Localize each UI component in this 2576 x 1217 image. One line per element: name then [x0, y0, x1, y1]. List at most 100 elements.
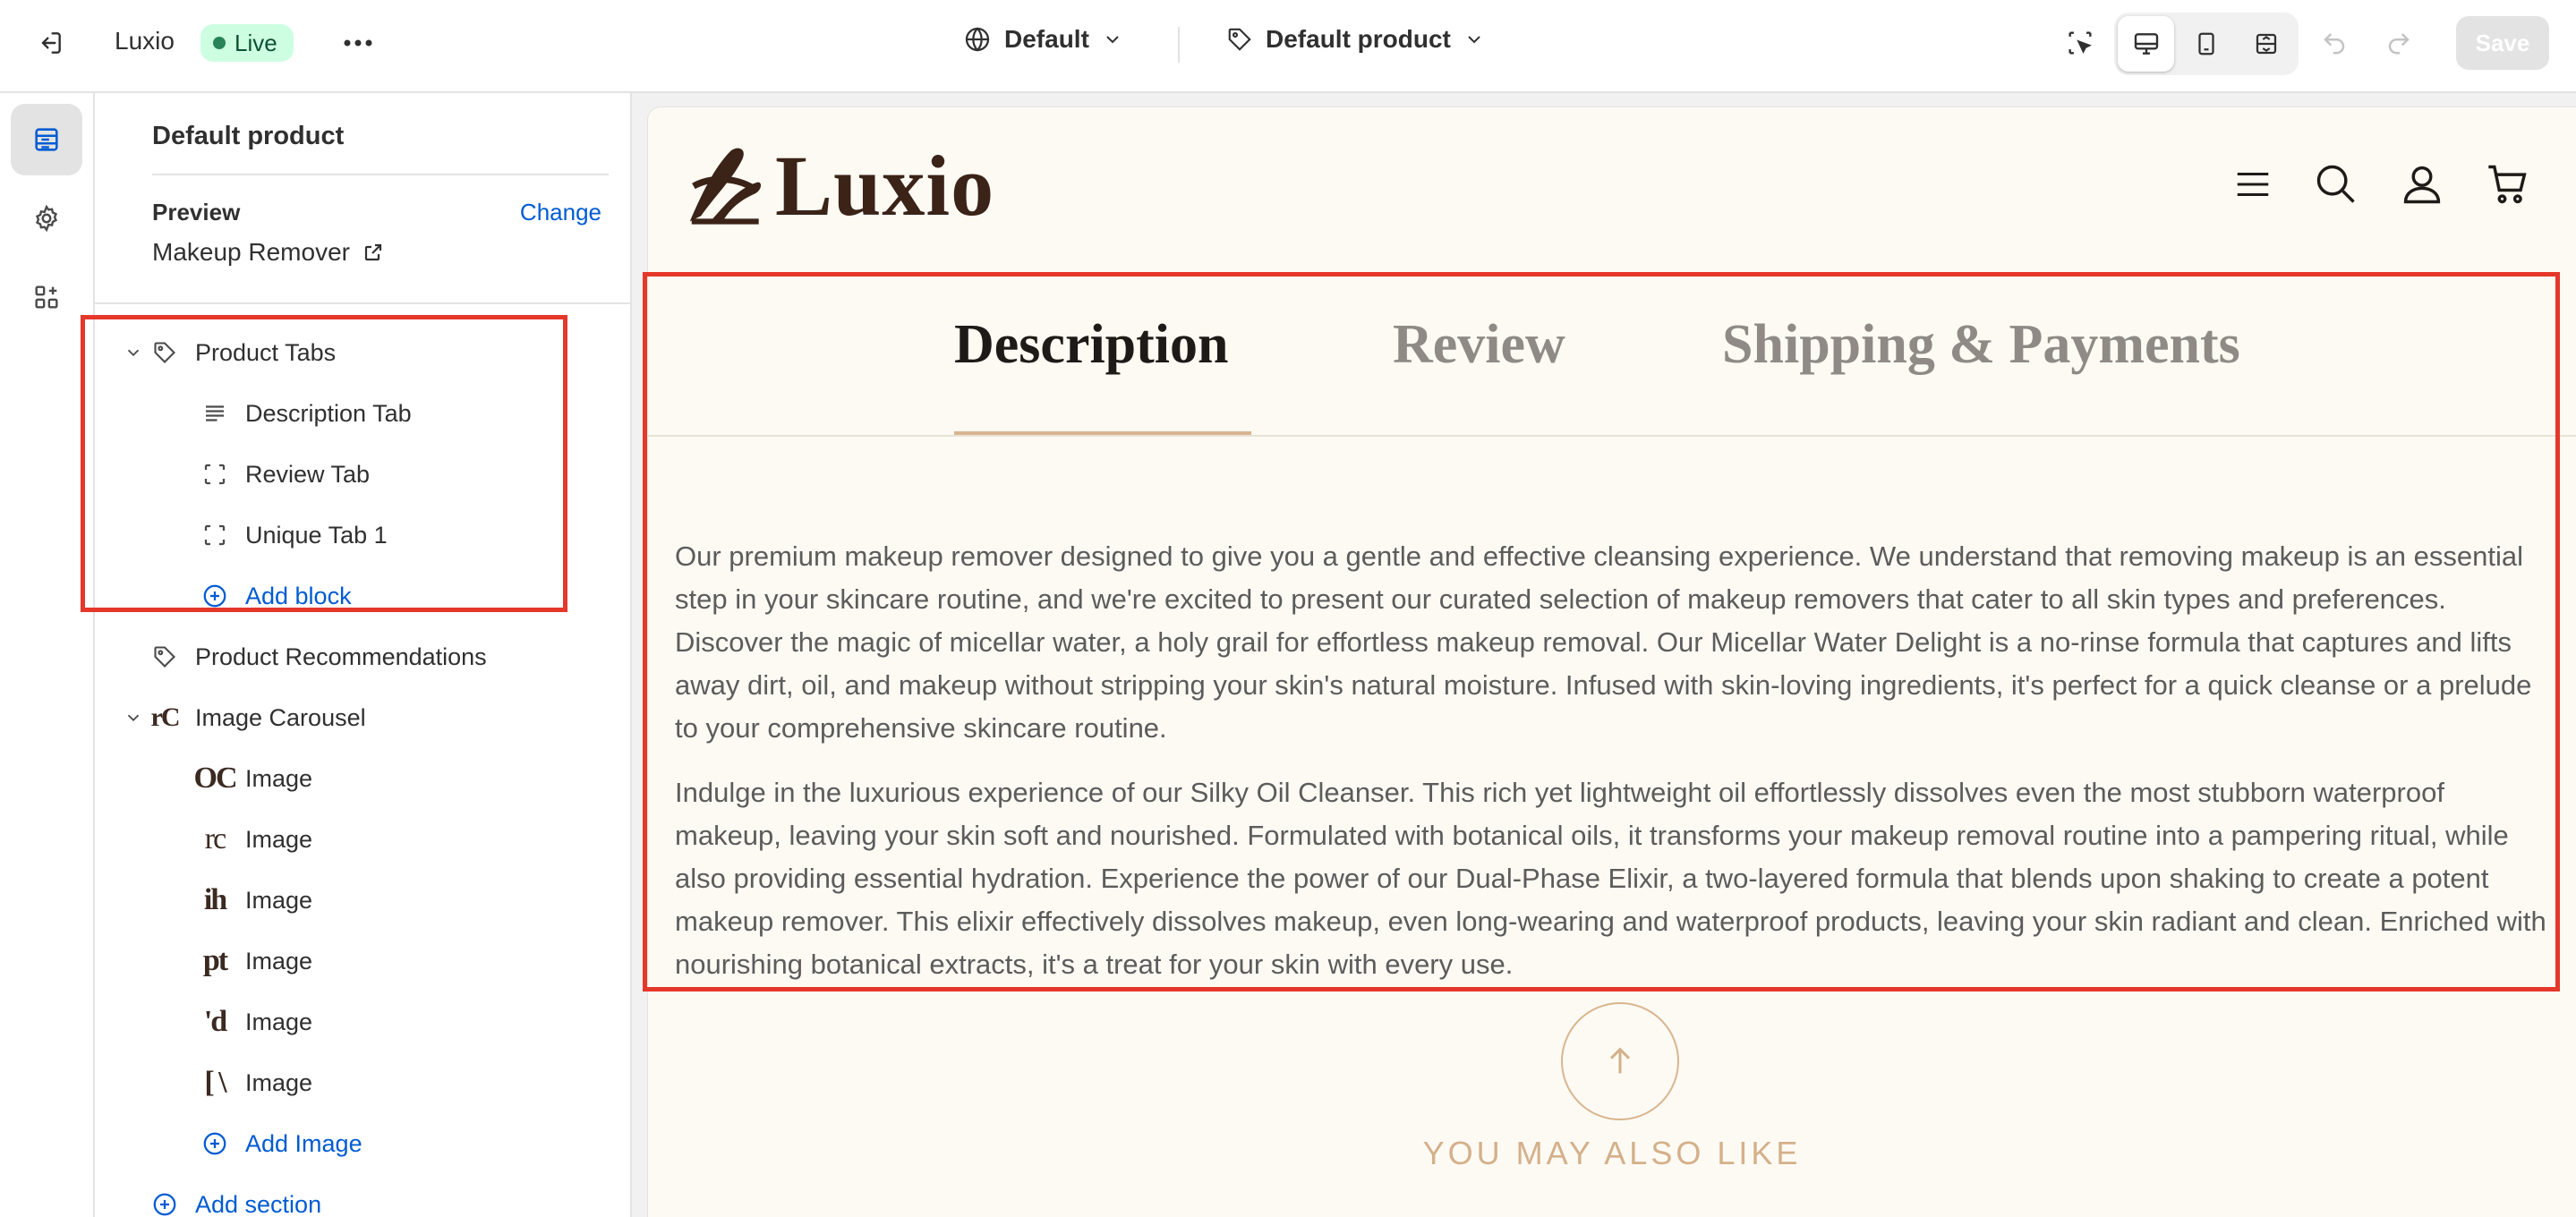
theme-selector[interactable]: Default — [963, 25, 1123, 54]
divider — [95, 302, 632, 304]
more-actions-icon[interactable] — [333, 18, 383, 68]
carousel-thumbnail: rC — [150, 702, 181, 732]
tag-icon — [1228, 28, 1251, 51]
tab-content: Our premium makeup remover designed to g… — [675, 535, 2555, 1008]
desktop-icon — [2134, 33, 2158, 55]
tabs-row: Description Review Shipping & Payments — [648, 276, 2576, 437]
desktop-view-button[interactable] — [2118, 16, 2175, 72]
tab-description[interactable]: Description — [954, 313, 1229, 377]
block-image[interactable]: OC Image — [193, 753, 313, 804]
top-bar: Luxio Live Default Default product Save — [0, 0, 2576, 93]
add-image-button[interactable]: Add Image — [197, 1119, 363, 1169]
section-product-tabs[interactable]: Product Tabs — [120, 328, 336, 378]
preview-product-name: Makeup Remover — [152, 238, 350, 266]
theme-selector-label: Default — [1004, 25, 1089, 53]
scroll-to-top-button[interactable] — [1561, 1002, 1679, 1120]
status-badge-label: Live — [235, 29, 277, 56]
section-image-carousel[interactable]: rC Image Carousel — [120, 693, 366, 743]
change-link[interactable]: Change — [520, 199, 601, 226]
block-label: Image — [245, 1068, 313, 1096]
you-may-also-like-heading: YOU MAY ALSO LIKE — [1422, 1135, 1802, 1171]
tag-icon — [147, 639, 183, 675]
globe-icon — [965, 27, 990, 52]
mobile-icon — [2198, 32, 2214, 55]
block-image[interactable]: ih Image — [197, 875, 312, 925]
apps-rail-button[interactable] — [11, 261, 82, 333]
inspector-icon[interactable] — [2055, 18, 2105, 68]
add-block-label: Add block — [245, 582, 352, 609]
active-tab-underline — [954, 431, 1251, 435]
add-section-label: Add section — [195, 1190, 322, 1217]
luxio-monogram-icon — [689, 148, 762, 225]
viewport-toggle-group — [2114, 13, 2299, 75]
cart-icon[interactable] — [2485, 161, 2531, 208]
chevron-down-icon — [1468, 36, 1480, 44]
plus-circle-icon — [197, 1126, 233, 1162]
mobile-view-button[interactable] — [2178, 16, 2234, 72]
external-link-icon[interactable] — [363, 242, 384, 263]
sidebar: Default product Preview Change Makeup Re… — [95, 93, 632, 1217]
section-label: Product Recommendations — [195, 643, 487, 670]
fullscreen-view-button[interactable] — [2239, 16, 2295, 72]
text-icon — [197, 396, 233, 431]
block-label: Review Tab — [245, 460, 371, 488]
block-placeholder-icon — [197, 517, 233, 553]
section-label: Image Carousel — [195, 703, 366, 731]
block-image[interactable]: [ \ Image — [197, 1058, 312, 1108]
tab-review[interactable]: Review — [1393, 313, 1565, 377]
exit-editor-icon[interactable] — [25, 18, 75, 68]
sections-rail-button[interactable] — [11, 104, 82, 175]
preview-product[interactable]: Makeup Remover — [152, 238, 384, 267]
block-label: Unique Tab 1 — [245, 521, 388, 549]
redo-icon[interactable] — [2374, 18, 2424, 68]
block-review-tab[interactable]: Review Tab — [197, 449, 370, 499]
image-thumbnail: [ \ — [204, 1066, 226, 1099]
section-label: Product Tabs — [195, 338, 337, 366]
add-section-button[interactable]: Add section — [147, 1179, 321, 1217]
block-image[interactable]: 'd Image — [197, 997, 312, 1047]
sections-icon — [35, 128, 58, 151]
block-label: Image — [245, 886, 313, 914]
add-block-button[interactable]: Add block — [197, 571, 352, 621]
image-thumbnail: ih — [203, 883, 227, 916]
template-selector[interactable]: Default product — [1226, 25, 1485, 54]
preview-label: Preview — [152, 199, 241, 226]
chevron-down-icon — [1106, 36, 1119, 44]
chevron-down-icon[interactable] — [120, 343, 147, 362]
status-badge: Live — [200, 24, 294, 62]
add-image-label: Add Image — [245, 1129, 363, 1157]
storefront-preview: Luxio Description Review Shipping & Paym… — [648, 107, 2576, 1217]
search-icon[interactable] — [2313, 161, 2359, 208]
block-image[interactable]: rc Image — [197, 814, 312, 864]
block-image[interactable]: pt Image — [197, 936, 312, 986]
image-thumbnail: 'd — [203, 1005, 227, 1038]
block-description-tab[interactable]: Description Tab — [197, 388, 412, 438]
image-thumbnail: rc — [204, 822, 226, 855]
tab-shipping-payments[interactable]: Shipping & Payments — [1722, 313, 2240, 377]
block-label: Description Tab — [245, 399, 412, 427]
site-logo[interactable]: Luxio — [673, 136, 994, 235]
image-thumbnail: OC — [193, 762, 238, 795]
tag-icon — [147, 335, 183, 370]
save-button[interactable]: Save — [2456, 16, 2549, 70]
undo-icon[interactable] — [2309, 18, 2359, 68]
sidebar-title: Default product — [152, 122, 345, 150]
apps-icon — [35, 285, 58, 309]
plus-circle-icon — [147, 1187, 183, 1217]
settings-rail-button[interactable] — [11, 183, 82, 254]
section-product-recommendations[interactable]: Product Recommendations — [147, 632, 487, 682]
account-icon[interactable] — [2399, 161, 2445, 208]
block-label: Image — [245, 764, 313, 792]
arrow-up-icon — [1609, 1047, 1631, 1074]
divider — [152, 174, 609, 175]
image-thumbnail: pt — [202, 944, 228, 977]
fullscreen-icon — [2256, 33, 2277, 55]
chevron-down-icon[interactable] — [120, 708, 147, 728]
header-icons — [2232, 161, 2531, 208]
plus-circle-icon — [197, 578, 233, 614]
menu-icon[interactable] — [2232, 164, 2273, 205]
block-unique-tab[interactable]: Unique Tab 1 — [197, 510, 388, 560]
divider — [1178, 27, 1180, 63]
block-label: Image — [245, 947, 313, 974]
description-paragraph: Indulge in the luxurious experience of o… — [675, 777, 2546, 980]
